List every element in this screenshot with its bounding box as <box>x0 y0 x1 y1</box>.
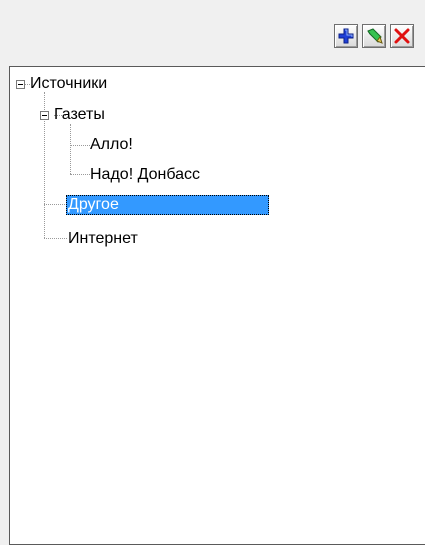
delete-button[interactable] <box>390 24 414 48</box>
tree-view[interactable]: Источники Газеты Алло! Надо! Донбасс Дру… <box>9 66 425 545</box>
add-button[interactable] <box>334 24 358 48</box>
tree-node-other[interactable]: Другое <box>66 195 269 215</box>
toolbar <box>0 0 425 64</box>
tree-node-internet[interactable]: Интернет <box>66 229 140 249</box>
tree-node-nado-donbass[interactable]: Надо! Донбасс <box>88 165 202 185</box>
tree-line <box>44 238 67 239</box>
collapse-toggle[interactable] <box>16 80 25 89</box>
tree-node-sources[interactable]: Источники <box>28 74 109 94</box>
tree-line <box>70 174 90 175</box>
tree-node-allo[interactable]: Алло! <box>88 135 135 155</box>
tree-node-newspapers[interactable]: Газеты <box>52 105 107 125</box>
close-x-icon <box>394 28 410 44</box>
tree-line <box>70 145 90 146</box>
edit-button[interactable] <box>362 24 386 48</box>
tree-line <box>44 204 67 205</box>
pencil-icon <box>367 28 383 44</box>
tree-line <box>70 124 71 174</box>
plus-icon <box>338 28 354 44</box>
collapse-toggle[interactable] <box>40 111 49 120</box>
